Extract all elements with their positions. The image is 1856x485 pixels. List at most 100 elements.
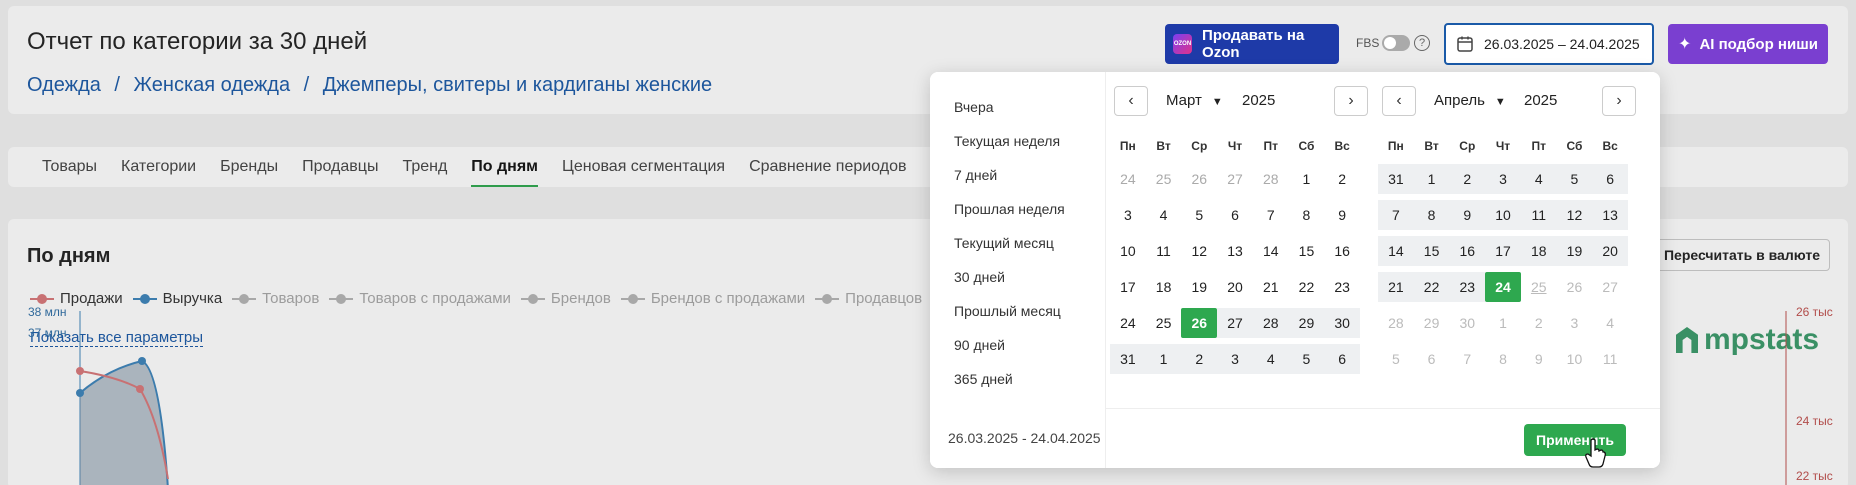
calendar-day[interactable]: 2 xyxy=(1181,344,1218,374)
apply-button[interactable]: Применить xyxy=(1524,424,1626,456)
calendar-day[interactable]: 25 xyxy=(1146,308,1182,338)
calendar-day[interactable]: 30 xyxy=(1324,308,1361,338)
calendar-day[interactable]: 25 xyxy=(1521,272,1557,302)
calendar-day[interactable]: 5 xyxy=(1556,164,1593,194)
calendar-day[interactable]: 10 xyxy=(1485,200,1521,230)
calendar-day[interactable]: 29 xyxy=(1414,308,1450,338)
calendar-day[interactable]: 28 xyxy=(1253,164,1289,194)
calendar-day[interactable]: 10 xyxy=(1110,236,1146,266)
calendar-day[interactable]: 19 xyxy=(1556,236,1593,266)
calendar-day[interactable]: 22 xyxy=(1413,272,1450,302)
calendar-day[interactable]: 9 xyxy=(1449,200,1486,230)
calendar-day[interactable]: 5 xyxy=(1378,344,1414,374)
calendar-day[interactable]: 31 xyxy=(1378,164,1414,194)
help-icon[interactable]: ? xyxy=(1414,35,1430,51)
calendar-day[interactable]: 30 xyxy=(1449,308,1485,338)
prev-month-button[interactable]: ‹ xyxy=(1114,86,1148,116)
calendar-day[interactable]: 11 xyxy=(1592,344,1628,374)
calendar-day[interactable]: 2 xyxy=(1324,164,1360,194)
calendar-day[interactable]: 9 xyxy=(1521,344,1557,374)
calendar-day[interactable]: 6 xyxy=(1217,200,1253,230)
calendar-day[interactable]: 8 xyxy=(1413,200,1450,230)
month-select-right[interactable]: Апрель ▼ xyxy=(1434,92,1506,109)
calendar-day[interactable]: 27 xyxy=(1217,164,1253,194)
calendar-day[interactable]: 26 xyxy=(1181,164,1217,194)
date-preset[interactable]: 30 дней xyxy=(954,260,1065,294)
calendar-day[interactable]: 1 xyxy=(1145,344,1182,374)
calendar-day[interactable]: 16 xyxy=(1324,236,1360,266)
calendar-day[interactable]: 23 xyxy=(1449,272,1486,302)
calendar-day[interactable]: 3 xyxy=(1557,308,1593,338)
date-preset[interactable]: 365 дней xyxy=(954,362,1065,396)
date-preset[interactable]: Прошлый месяц xyxy=(954,294,1065,328)
calendar-day[interactable]: 1 xyxy=(1485,308,1521,338)
calendar-day[interactable]: 10 xyxy=(1557,344,1593,374)
calendar-day[interactable]: 13 xyxy=(1217,236,1253,266)
next-month-button[interactable]: › xyxy=(1334,86,1368,116)
calendar-day[interactable]: 4 xyxy=(1520,164,1557,194)
calendar-day[interactable]: 13 xyxy=(1592,200,1629,230)
year-select-right[interactable]: 2025 xyxy=(1524,92,1557,109)
month-select-left[interactable]: Март ▼ xyxy=(1166,92,1223,109)
calendar-day[interactable]: 24 xyxy=(1110,164,1146,194)
calendar-day[interactable]: 2 xyxy=(1449,164,1486,194)
calendar-day[interactable]: 6 xyxy=(1414,344,1450,374)
calendar-day[interactable]: 28 xyxy=(1378,308,1414,338)
calendar-day[interactable]: 3 xyxy=(1217,344,1253,374)
calendar-day[interactable]: 4 xyxy=(1146,200,1182,230)
calendar-day[interactable]: 21 xyxy=(1378,272,1414,302)
calendar-day[interactable]: 11 xyxy=(1146,236,1182,266)
date-preset[interactable]: Вчера xyxy=(954,90,1065,124)
date-preset[interactable]: Прошлая неделя xyxy=(954,192,1065,226)
calendar-day[interactable]: 11 xyxy=(1520,200,1557,230)
date-preset[interactable]: 7 дней xyxy=(954,158,1065,192)
calendar-day[interactable]: 28 xyxy=(1252,308,1289,338)
calendar-day[interactable]: 25 xyxy=(1146,164,1182,194)
calendar-day[interactable]: 14 xyxy=(1378,236,1414,266)
calendar-day[interactable]: 5 xyxy=(1181,200,1217,230)
year-select-left[interactable]: 2025 xyxy=(1242,92,1275,109)
date-preset[interactable]: 90 дней xyxy=(954,328,1065,362)
date-preset[interactable]: Текущий месяц xyxy=(954,226,1065,260)
calendar-day[interactable]: 7 xyxy=(1378,200,1414,230)
calendar-day[interactable]: 20 xyxy=(1217,272,1253,302)
sell-on-ozon-button[interactable]: OZON Продавать на Ozon xyxy=(1165,24,1339,64)
calendar-day[interactable]: 12 xyxy=(1556,200,1593,230)
calendar-day[interactable]: 14 xyxy=(1253,236,1289,266)
calendar-day[interactable]: 3 xyxy=(1110,200,1146,230)
calendar-day[interactable]: 22 xyxy=(1289,272,1325,302)
calendar-day[interactable]: 24 xyxy=(1485,272,1521,302)
date-preset[interactable]: Текущая неделя xyxy=(954,124,1065,158)
calendar-day[interactable]: 18 xyxy=(1520,236,1557,266)
calendar-day[interactable]: 18 xyxy=(1146,272,1182,302)
calendar-day[interactable]: 6 xyxy=(1592,164,1629,194)
prev-month-button[interactable]: ‹ xyxy=(1382,86,1416,116)
calendar-day[interactable]: 8 xyxy=(1485,344,1521,374)
calendar-day[interactable]: 21 xyxy=(1253,272,1289,302)
calendar-day[interactable]: 6 xyxy=(1324,344,1361,374)
fbs-toggle[interactable] xyxy=(1382,35,1410,51)
calendar-day[interactable]: 4 xyxy=(1252,344,1289,374)
calendar-day[interactable]: 17 xyxy=(1110,272,1146,302)
calendar-day[interactable]: 15 xyxy=(1289,236,1325,266)
calendar-day[interactable]: 12 xyxy=(1181,236,1217,266)
calendar-day[interactable]: 3 xyxy=(1485,164,1521,194)
calendar-day[interactable]: 27 xyxy=(1592,272,1628,302)
calendar-day[interactable]: 1 xyxy=(1289,164,1325,194)
calendar-day[interactable]: 17 xyxy=(1485,236,1521,266)
calendar-day[interactable]: 31 xyxy=(1110,344,1146,374)
calendar-day[interactable]: 16 xyxy=(1449,236,1486,266)
calendar-day[interactable]: 29 xyxy=(1288,308,1325,338)
calendar-day[interactable]: 1 xyxy=(1413,164,1450,194)
calendar-day[interactable]: 8 xyxy=(1289,200,1325,230)
calendar-day[interactable]: 23 xyxy=(1324,272,1360,302)
calendar-day[interactable]: 24 xyxy=(1110,308,1146,338)
calendar-day[interactable]: 7 xyxy=(1449,344,1485,374)
calendar-day[interactable]: 9 xyxy=(1324,200,1360,230)
calendar-day[interactable]: 19 xyxy=(1181,272,1217,302)
next-month-button[interactable]: › xyxy=(1602,86,1636,116)
calendar-day[interactable]: 20 xyxy=(1592,236,1629,266)
calendar-day[interactable]: 15 xyxy=(1413,236,1450,266)
calendar-day[interactable]: 4 xyxy=(1592,308,1628,338)
date-range-button[interactable]: 26.03.2025 – 24.04.2025 xyxy=(1444,23,1654,65)
